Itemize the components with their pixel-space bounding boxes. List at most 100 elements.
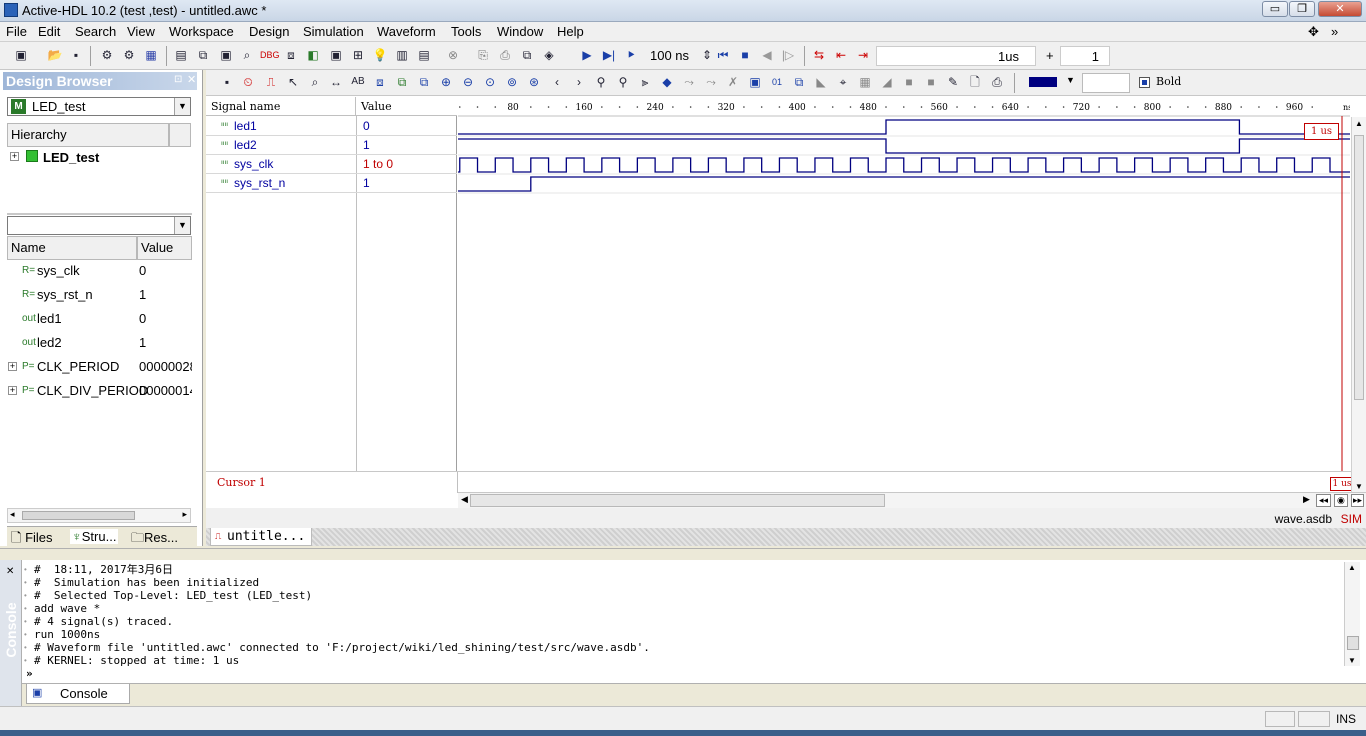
panel-close-icon[interactable]: ✕ — [187, 73, 196, 86]
zoom-cursor-icon[interactable]: ⊛ — [525, 73, 543, 91]
object-row[interactable]: + P= CLK_PERIOD 00000028 — [8, 355, 192, 379]
lightbulb-icon[interactable]: 💡 — [371, 46, 389, 64]
zoom-in-icon[interactable]: ⊕ — [437, 73, 455, 91]
doc-tab[interactable]: ⎍ untitle... — [210, 528, 312, 546]
init-icon[interactable]: ⎙ — [496, 46, 514, 64]
scroll-right-icon[interactable]: ▶ — [1303, 494, 1310, 505]
expand-icon[interactable]: + — [8, 362, 17, 371]
expand-icon[interactable]: ✥ — [1308, 24, 1319, 40]
menu-design[interactable]: Design — [249, 24, 289, 39]
signal-row-led1[interactable]: ᐦᐦ led1 0 — [206, 117, 457, 136]
transition-icon[interactable]: ⤳ — [680, 73, 698, 91]
zoom-range-icon[interactable]: ⊚ — [503, 73, 521, 91]
stop-sim-icon[interactable]: ■ — [736, 46, 754, 64]
scroll-up-icon[interactable]: ▲ — [1348, 563, 1356, 572]
console-prompt[interactable]: » — [26, 667, 33, 680]
group-icon[interactable]: ⧉ — [415, 73, 433, 91]
waveform-view-icon[interactable]: ▥ — [393, 46, 411, 64]
scroll-left-icon[interactable]: ◂ — [10, 509, 15, 520]
snap-icon[interactable]: ⫸ — [636, 73, 654, 91]
browser-icon[interactable]: ▣ — [217, 46, 235, 64]
restore-button[interactable]: ❐ — [1289, 1, 1315, 17]
run-for-icon[interactable]: ▶| — [600, 46, 618, 64]
text-icon[interactable]: AB — [349, 73, 367, 91]
cursor-prev-icon[interactable]: ⇤ — [832, 46, 850, 64]
signal-row-led2[interactable]: ᐦᐦ led2 1 — [206, 136, 457, 155]
cursor-next-icon[interactable]: ⇥ — [854, 46, 872, 64]
first-page-icon[interactable]: ◂◂ — [1316, 494, 1332, 507]
compare-icon[interactable]: ▣ — [746, 73, 764, 91]
window-icon[interactable]: ▤ — [172, 46, 190, 64]
chevron-down-icon[interactable]: ▼ — [174, 217, 190, 234]
print-icon[interactable]: ⎙ — [988, 73, 1006, 91]
bold-checkbox[interactable] — [1139, 77, 1150, 88]
run-time-field[interactable]: 100 ns — [650, 48, 689, 63]
hierarchy-icon[interactable]: ⧉ — [194, 46, 212, 64]
marker-icon[interactable]: ◣ — [812, 73, 830, 91]
menu-file[interactable]: File — [6, 24, 27, 39]
menu-edit[interactable]: Edit — [38, 24, 60, 39]
center-icon[interactable]: ◉ — [1334, 494, 1348, 507]
filter-select[interactable]: ▼ — [7, 216, 191, 235]
step-icon[interactable]: |▷ — [779, 46, 797, 64]
hierarchy-root[interactable]: LED_test — [43, 150, 99, 165]
edge-icon[interactable]: ◆ — [658, 73, 676, 91]
measure-icon[interactable]: ↔ — [327, 73, 345, 91]
object-row[interactable]: + P= CLK_DIV_PERIOD 00000014 — [8, 379, 192, 403]
scroll-thumb[interactable] — [1354, 135, 1364, 400]
prev-edge-icon[interactable]: ‹ — [548, 73, 566, 91]
color-swatch[interactable] — [1029, 77, 1057, 87]
layers-icon[interactable]: ⧉ — [518, 46, 536, 64]
scroll-up-icon[interactable]: ▲ — [1355, 119, 1363, 128]
scroll-thumb[interactable] — [1347, 636, 1359, 650]
fill-icon[interactable]: ◢ — [878, 73, 896, 91]
signal-value-header[interactable]: Value — [356, 97, 457, 116]
save-icon[interactable]: ▪ — [218, 73, 236, 91]
close-button[interactable]: ✕ — [1318, 1, 1362, 17]
scroll-left-icon[interactable]: ◀ — [461, 494, 468, 505]
clock-icon[interactable]: ⏲ — [239, 73, 257, 91]
compile-all-icon[interactable]: ⚙ — [120, 46, 138, 64]
chevron-down-icon[interactable]: ▼ — [174, 98, 190, 115]
signal-row-sys-clk[interactable]: ᐦᐦ sys_clk 1 to 0 — [206, 155, 457, 174]
list-icon[interactable]: ▤ — [415, 46, 433, 64]
zoom-icon[interactable]: ⌕ — [306, 73, 324, 91]
expand-icon[interactable]: + — [8, 386, 17, 395]
waveform-hscroll[interactable]: ◀ ▶ ◂◂ ◉ ▸▸ — [458, 492, 1366, 508]
rename-icon[interactable]: ⧈ — [371, 73, 389, 91]
cursor-time-marker[interactable]: 1 us — [1304, 123, 1339, 140]
scroll-thumb[interactable] — [470, 494, 885, 507]
minimize-button[interactable]: ▭ — [1262, 1, 1288, 17]
bus-icon[interactable]: ⧉ — [790, 73, 808, 91]
next-edge-icon[interactable]: › — [570, 73, 588, 91]
close-icon[interactable]: ✕ — [6, 566, 14, 577]
add-signal-icon[interactable]: ⧉ — [393, 73, 411, 91]
console-icon[interactable]: ▣ — [327, 46, 345, 64]
grid-icon[interactable]: ▦ — [142, 46, 160, 64]
value-column-header[interactable]: Value — [137, 236, 192, 260]
debug-icon[interactable]: DBG — [260, 46, 280, 64]
search-back-icon[interactable]: ⚲ — [592, 73, 610, 91]
binary-icon[interactable]: 01 — [768, 73, 786, 91]
zoom-fit-icon[interactable]: ⊙ — [481, 73, 499, 91]
waveform-canvas[interactable]: 80 160 240 320 400 480 560 640 720 800 880 960 ns — [458, 97, 1350, 471]
menu-workspace[interactable]: Workspace — [169, 24, 234, 39]
find-icon[interactable]: ⌕ — [238, 46, 256, 64]
scroll-down-icon[interactable]: ▼ — [1348, 656, 1356, 665]
scroll-thumb[interactable] — [22, 511, 135, 520]
stimulator-icon[interactable]: ⎍ — [262, 73, 280, 91]
tab-console[interactable]: ▣ Console — [26, 684, 130, 704]
panel-pin-icon[interactable]: ⊡ — [174, 74, 182, 85]
save-icon[interactable]: ▪ — [67, 46, 85, 64]
delete-icon[interactable]: ✗ — [724, 73, 742, 91]
menu-window[interactable]: Window — [497, 24, 543, 39]
grid-icon[interactable]: ▦ — [856, 73, 874, 91]
export-icon[interactable]: 🗋 — [966, 73, 984, 91]
menu-simulation[interactable]: Simulation — [303, 24, 364, 39]
name-column-header[interactable]: Name — [7, 236, 137, 260]
code-icon[interactable]: ⧈ — [282, 46, 300, 64]
library-icon[interactable]: ◧ — [304, 46, 322, 64]
splitter[interactable] — [7, 213, 192, 215]
scroll-right-icon[interactable]: ▸ — [182, 509, 187, 520]
menu-help[interactable]: Help — [557, 24, 584, 39]
